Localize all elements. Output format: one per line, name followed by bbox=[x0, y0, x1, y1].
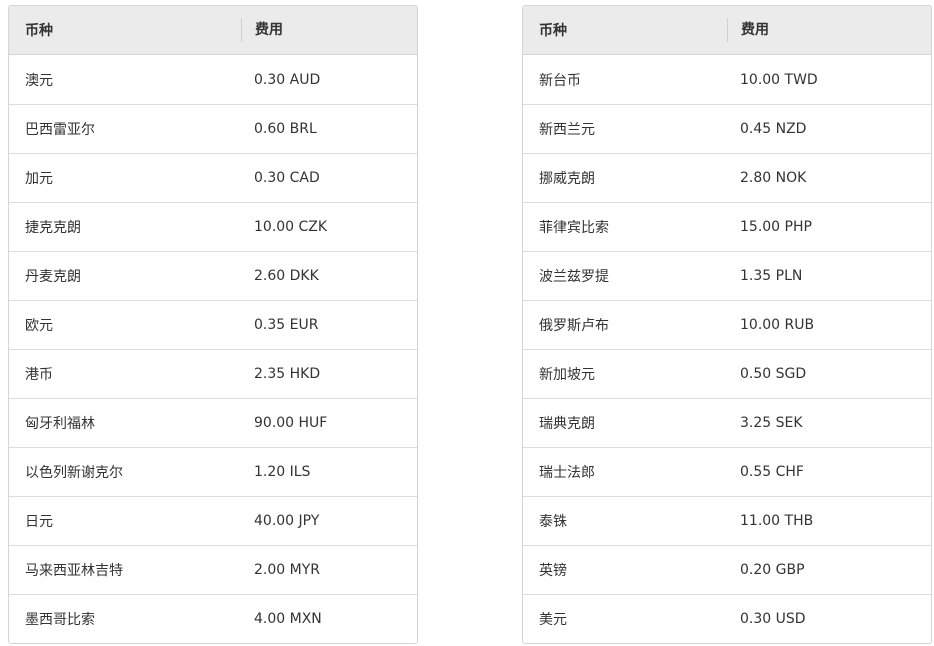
fee-cell: 2.00 MYR bbox=[254, 562, 320, 578]
fee-cell: 40.00 JPY bbox=[254, 513, 320, 529]
currency-cell: 马来西亚林吉特 bbox=[25, 563, 123, 579]
table-header-row: 币种 费用 bbox=[523, 6, 931, 55]
currency-fee-table-right: 币种 费用 新台币 10.00 TWD 新西兰元 0.45 NZD 挪威克朗 2.80… bbox=[522, 5, 932, 644]
fee-cell: 0.55 CHF bbox=[740, 464, 804, 480]
table-row: 匈牙利福林 90.00 HUF bbox=[9, 398, 417, 447]
fee-cell: 90.00 HUF bbox=[254, 415, 328, 431]
table-row: 澳元 0.30 AUD bbox=[9, 55, 417, 104]
table-row: 马来西亚林吉特 2.00 MYR bbox=[9, 545, 417, 594]
table-row: 欧元 0.35 EUR bbox=[9, 300, 417, 349]
currency-cell: 以色列新谢克尔 bbox=[25, 465, 123, 481]
table-row: 瑞士法郎 0.55 CHF bbox=[523, 447, 931, 496]
table-row: 俄罗斯卢布 10.00 RUB bbox=[523, 300, 931, 349]
currency-cell: 巴西雷亚尔 bbox=[25, 122, 95, 138]
column-header-currency: 币种 bbox=[539, 23, 567, 39]
currency-cell: 瑞典克朗 bbox=[539, 416, 595, 432]
fee-cell: 3.25 SEK bbox=[740, 415, 803, 431]
currency-cell: 瑞士法郎 bbox=[539, 465, 595, 481]
currency-cell: 港币 bbox=[25, 367, 53, 383]
currency-cell: 丹麦克朗 bbox=[25, 269, 81, 285]
table-header-row: 币种 费用 bbox=[9, 6, 417, 55]
fee-cell: 10.00 TWD bbox=[740, 71, 818, 88]
table-row: 挪威克朗 2.80 NOK bbox=[523, 153, 931, 202]
fee-cell: 4.00 MXN bbox=[254, 611, 322, 627]
currency-cell: 加元 bbox=[25, 171, 53, 187]
column-header-fee: 费用 bbox=[727, 18, 931, 42]
fee-cell: 1.20 ILS bbox=[254, 464, 311, 480]
fee-cell: 2.80 NOK bbox=[740, 170, 807, 186]
currency-cell: 新台币 bbox=[539, 72, 581, 89]
fee-cell: 10.00 RUB bbox=[740, 317, 815, 333]
fee-cell: 15.00 PHP bbox=[740, 219, 812, 235]
table-row: 港币 2.35 HKD bbox=[9, 349, 417, 398]
table-row: 波兰兹罗提 1.35 PLN bbox=[523, 251, 931, 300]
currency-cell: 墨西哥比索 bbox=[25, 612, 95, 628]
fee-cell: 0.50 SGD bbox=[740, 366, 807, 382]
currency-cell: 新西兰元 bbox=[539, 122, 595, 138]
table-row: 丹麦克朗 2.60 DKK bbox=[9, 251, 417, 300]
table-row: 新台币 10.00 TWD bbox=[523, 55, 931, 104]
table-row: 巴西雷亚尔 0.60 BRL bbox=[9, 104, 417, 153]
currency-cell: 新加坡元 bbox=[539, 367, 595, 383]
table-row: 以色列新谢克尔 1.20 ILS bbox=[9, 447, 417, 496]
fee-cell: 10.00 CZK bbox=[254, 219, 328, 235]
table-row: 墨西哥比索 4.00 MXN bbox=[9, 594, 417, 643]
currency-fee-table-left: 币种 费用 澳元 0.30 AUD 巴西雷亚尔 0.60 BRL 加元 0.30 CA… bbox=[8, 5, 418, 644]
currency-cell: 泰铢 bbox=[539, 514, 567, 530]
table-row: 英镑 0.20 GBP bbox=[523, 545, 931, 594]
fee-cell: 11.00 THB bbox=[740, 513, 814, 529]
fee-cell: 0.30 CAD bbox=[254, 170, 320, 186]
fee-cell: 0.20 GBP bbox=[740, 562, 805, 578]
table-row: 瑞典克朗 3.25 SEK bbox=[523, 398, 931, 447]
currency-cell: 欧元 bbox=[25, 318, 53, 334]
fee-cell: 2.60 DKK bbox=[254, 268, 319, 284]
table-row: 日元 40.00 JPY bbox=[9, 496, 417, 545]
column-header-fee: 费用 bbox=[241, 18, 417, 42]
currency-cell: 菲律宾比索 bbox=[539, 220, 609, 236]
table-row: 菲律宾比索 15.00 PHP bbox=[523, 202, 931, 251]
fee-cell: 0.30 USD bbox=[740, 611, 806, 627]
table-row: 加元 0.30 CAD bbox=[9, 153, 417, 202]
currency-cell: 匈牙利福林 bbox=[25, 416, 95, 432]
column-header-currency: 币种 bbox=[25, 23, 53, 39]
table-row: 新加坡元 0.50 SGD bbox=[523, 349, 931, 398]
table-row: 美元 0.30 USD bbox=[523, 594, 931, 643]
fee-cell: 0.30 AUD bbox=[254, 71, 321, 88]
fee-cell: 0.60 BRL bbox=[254, 121, 317, 137]
currency-cell: 挪威克朗 bbox=[539, 171, 595, 187]
fee-cell: 0.45 NZD bbox=[740, 121, 807, 137]
currency-cell: 波兰兹罗提 bbox=[539, 269, 609, 285]
currency-cell: 捷克克朗 bbox=[25, 220, 81, 236]
currency-cell: 日元 bbox=[25, 514, 53, 530]
currency-cell: 英镑 bbox=[539, 563, 567, 579]
fee-cell: 2.35 HKD bbox=[254, 366, 321, 382]
currency-cell: 澳元 bbox=[25, 72, 53, 89]
table-row: 捷克克朗 10.00 CZK bbox=[9, 202, 417, 251]
table-row: 新西兰元 0.45 NZD bbox=[523, 104, 931, 153]
table-row: 泰铢 11.00 THB bbox=[523, 496, 931, 545]
currency-cell: 美元 bbox=[539, 612, 567, 628]
fee-cell: 0.35 EUR bbox=[254, 317, 319, 333]
fee-cell: 1.35 PLN bbox=[740, 268, 803, 284]
currency-cell: 俄罗斯卢布 bbox=[539, 318, 609, 334]
